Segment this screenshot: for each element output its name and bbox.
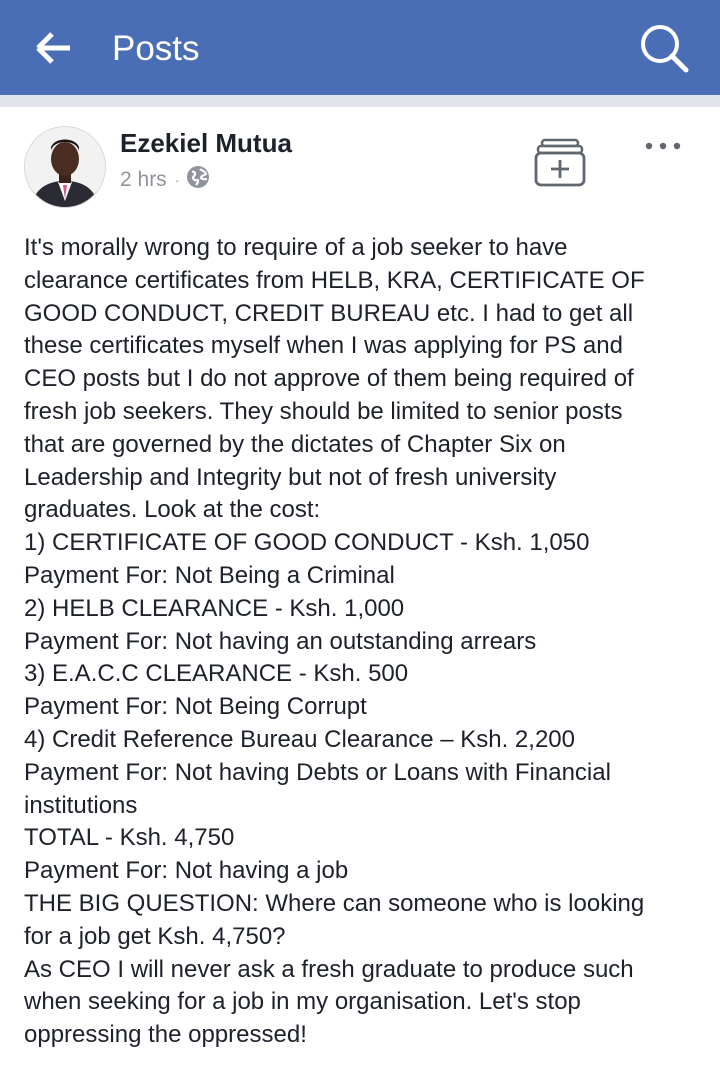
search-icon[interactable] [636, 22, 694, 76]
app-header: Posts [0, 0, 720, 95]
post-meta: 2 hrs · [120, 166, 211, 194]
more-options-icon[interactable] [640, 134, 686, 158]
post-time[interactable]: 2 hrs [120, 168, 167, 192]
feed-divider [0, 95, 720, 107]
author-name[interactable]: Ezekiel Mutua [120, 128, 292, 158]
page-title: Posts [112, 29, 200, 68]
back-arrow-icon[interactable] [30, 26, 80, 70]
save-to-collection-icon[interactable] [532, 136, 588, 190]
globe-icon [185, 164, 211, 196]
avatar[interactable] [24, 126, 106, 208]
post-text: It's morally wrong to require of a job s… [24, 234, 645, 1049]
meta-separator: · [174, 172, 180, 188]
